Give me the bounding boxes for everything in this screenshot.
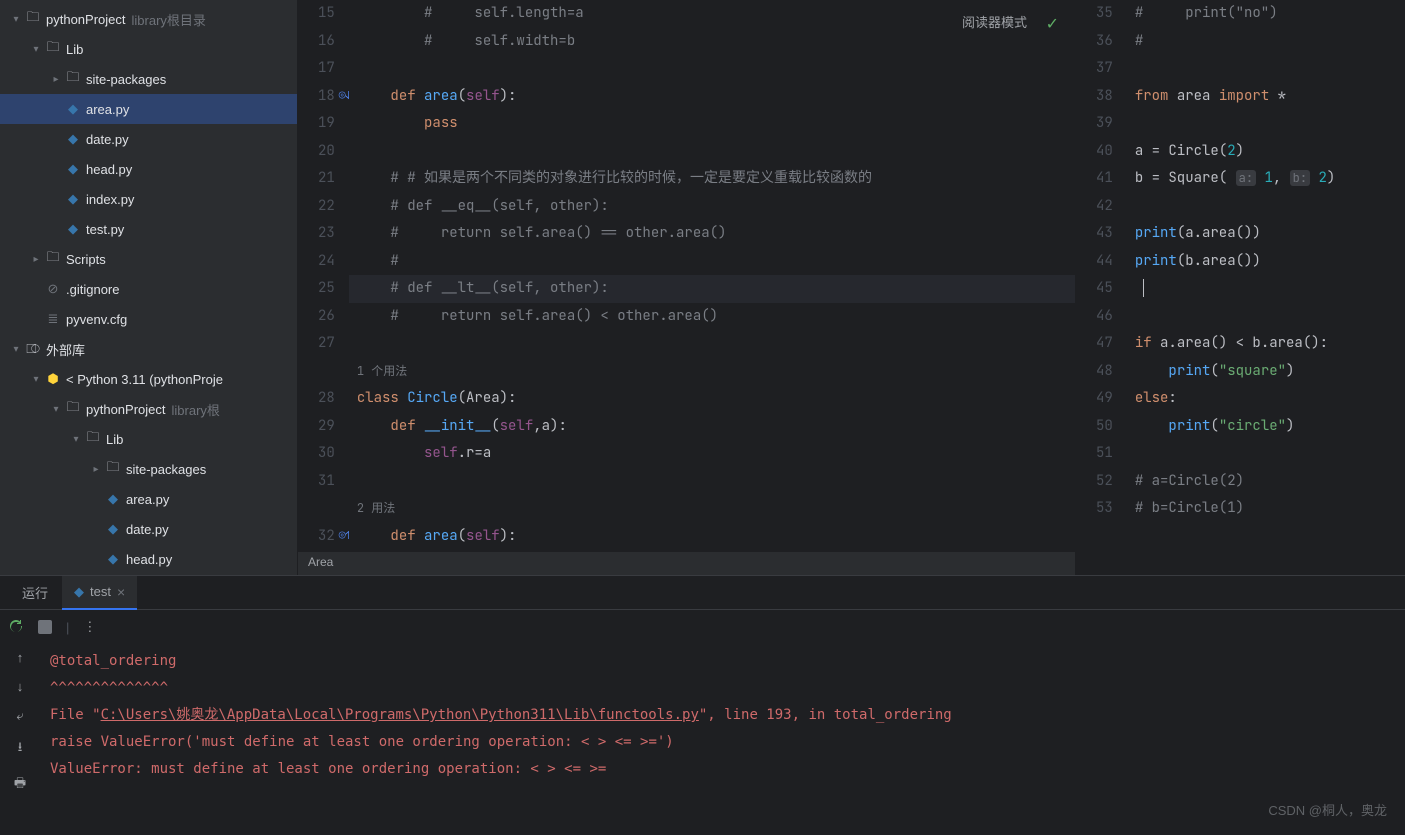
tree-item[interactable]: ▸🗀site-packages	[0, 454, 297, 484]
run-tool-window: 运行 ◆ test × | ⋮ ↑ ↓ ⤶ ⭳ 🖶 @total_orderin…	[0, 575, 1405, 835]
tree-hint: library根目录	[132, 10, 206, 29]
console-output[interactable]: @total_ordering ^^^^^^^^^^^^^^ File "C:\…	[40, 644, 1405, 835]
python-file-icon: ◆	[104, 521, 122, 537]
tree-label: head.py	[86, 162, 132, 177]
python-file-icon: ◆	[64, 161, 82, 177]
print-icon[interactable]: 🖶	[14, 774, 26, 796]
run-tab-test[interactable]: ◆ test ×	[62, 576, 137, 610]
reader-mode-label[interactable]: 阅读器模式	[962, 12, 1027, 31]
folder-icon: 🗀	[24, 8, 42, 30]
python-sdk[interactable]: ▾ ⬢ < Python 3.11 (pythonProje	[0, 364, 297, 394]
editor-left[interactable]: 阅读器模式 ✓ 15161718◎↓1920212223242526272829…	[297, 0, 1075, 575]
python-file-icon: ◆	[64, 101, 82, 117]
export-icon[interactable]: ⭳	[18, 738, 23, 760]
tree-item[interactable]: ▸🗀site-packages	[0, 64, 297, 94]
tree-label: index.py	[86, 192, 134, 207]
tree-label: pythonProject	[46, 12, 126, 27]
python-file-icon: ◆	[104, 491, 122, 507]
tree-label: date.py	[126, 522, 169, 537]
tree-item[interactable]: ⊘ .gitignore	[0, 274, 297, 304]
tree-root[interactable]: ▾ 🗀 pythonProject library根目录	[0, 4, 297, 34]
tree-label: head.py	[126, 552, 172, 567]
tree-label: Scripts	[66, 252, 106, 267]
code-area[interactable]: # self.length=a # self.width=b def area(…	[349, 0, 1075, 551]
tree-item[interactable]: ◆ area.py	[0, 94, 297, 124]
breadcrumb[interactable]: Area	[298, 551, 1075, 575]
tree-item[interactable]: ◆ index.py	[0, 184, 297, 214]
python-file-icon: ◆	[64, 221, 82, 237]
close-icon[interactable]: ×	[117, 584, 125, 600]
tree-label: area.py	[86, 102, 129, 117]
run-label[interactable]: 运行	[10, 576, 60, 610]
tree-label: site-packages	[126, 462, 206, 477]
editor-right[interactable]: 35363738394041424344454647484950515253 #…	[1075, 0, 1405, 575]
tree-item[interactable]: ◆ test.py	[0, 214, 297, 244]
tree-item[interactable]: ▾🗀Lib	[0, 34, 297, 64]
folder-icon: 🗀	[84, 428, 102, 450]
tree-item[interactable]: ◆ head.py	[0, 154, 297, 184]
tree-label: pyvenv.cfg	[66, 312, 127, 327]
gutter[interactable]: 35363738394041424344454647484950515253	[1076, 0, 1127, 575]
tree-item[interactable]: ◆ date.py	[0, 514, 297, 544]
tree-label: date.py	[86, 132, 129, 147]
library-icon: ⎄	[24, 341, 42, 357]
gutter[interactable]: 15161718◎↓1920212223242526272829303132◎↑	[298, 0, 349, 551]
inspection-ok-icon[interactable]: ✓	[1046, 14, 1059, 34]
soft-wrap-icon[interactable]: ⤶	[16, 708, 23, 724]
gitignore-icon: ⊘	[44, 281, 62, 297]
tree-item[interactable]: ◆ area.py	[0, 484, 297, 514]
tree-label: Lib	[106, 432, 123, 447]
external-project[interactable]: ▾ 🗀 pythonProject library根	[0, 394, 297, 424]
external-libs[interactable]: ▾ ⎄ 外部库	[0, 334, 297, 364]
python-file-icon: ◆	[64, 191, 82, 207]
text-file-icon: ≣	[44, 311, 62, 327]
folder-icon: 🗀	[44, 248, 62, 270]
tree-label: area.py	[126, 492, 169, 507]
python-file-icon: ◆	[104, 551, 122, 567]
tree-item[interactable]: ≣ pyvenv.cfg	[0, 304, 297, 334]
tree-label: test.py	[86, 222, 124, 237]
project-tree[interactable]: ▾ 🗀 pythonProject library根目录 ▾🗀Lib▸🗀site…	[0, 0, 297, 575]
folder-icon: 🗀	[44, 38, 62, 60]
tree-label: site-packages	[86, 72, 166, 87]
folder-icon: 🗀	[104, 458, 122, 480]
tree-label: Lib	[66, 42, 83, 57]
watermark: CSDN @桐人，奥龙	[1268, 800, 1387, 819]
up-icon[interactable]: ↑	[17, 650, 24, 665]
down-icon[interactable]: ↓	[17, 679, 24, 694]
tree-item[interactable]: ◆ head.py	[0, 544, 297, 574]
folder-icon: 🗀	[64, 68, 82, 90]
stop-icon[interactable]	[38, 620, 52, 634]
tree-item[interactable]: ◆ date.py	[0, 124, 297, 154]
tree-item[interactable]: ▸🗀Scripts	[0, 244, 297, 274]
python-icon: ◆	[74, 584, 84, 600]
rerun-icon[interactable]	[8, 619, 24, 635]
folder-icon: 🗀	[64, 398, 82, 420]
more-icon[interactable]: ⋮	[83, 619, 96, 635]
tree-item[interactable]: ▾🗀Lib	[0, 424, 297, 454]
code-area[interactable]: # print("no")# from area import * a = Ci…	[1127, 0, 1405, 575]
python-file-icon: ◆	[64, 131, 82, 147]
tree-label: .gitignore	[66, 282, 119, 297]
python-icon: ⬢	[44, 371, 62, 387]
